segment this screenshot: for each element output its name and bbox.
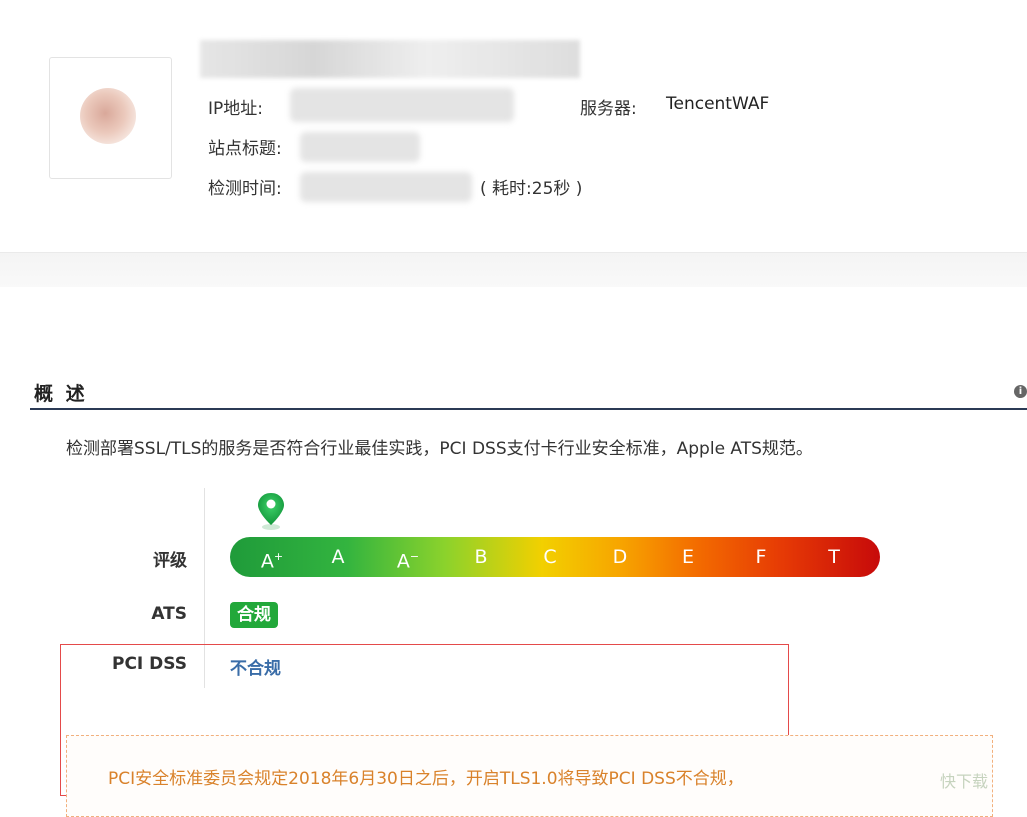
title-value-redacted [300,132,420,162]
grade-d: D [612,546,628,568]
section-divider [0,252,1027,287]
site-name-redacted [200,40,580,78]
ats-status-badge: 合规 [230,602,278,628]
time-value-redacted [300,172,472,202]
title-label: 站点标题: [208,139,282,159]
overview-description: 检测部署SSL/TLS的服务是否符合行业最佳实践，PCI DSS支付卡行业安全标… [66,439,813,459]
time-row: 检测时间: [208,174,282,199]
ip-label: IP地址: [208,99,263,119]
ip-row: IP地址: [208,94,263,119]
grade-a-minus: A− [396,550,420,573]
site-thumbnail [49,57,172,179]
grade-b: B [474,546,488,568]
title-row: 站点标题: [208,134,282,159]
ip-value-redacted [290,88,514,122]
server-label: 服务器: [580,99,637,119]
notice-text: PCI安全标准委员会规定2018年6月30日之后，开启TLS1.0将导致PCI … [108,769,744,789]
duration-text: ( 耗时:25秒 ) [480,179,583,199]
grade-t: T [828,546,840,568]
overview-title: 概 述 [34,383,88,405]
grade-c: C [543,546,557,568]
grade-a: A [331,546,345,568]
ats-label: ATS [151,604,187,624]
info-icon[interactable]: i [1014,385,1027,398]
grade-e: E [681,546,694,568]
grade-scale: A+ A A− B C D E F T [230,537,880,577]
site-favicon-blurred [80,88,136,144]
grade-f: F [755,546,767,568]
grade-a-plus: A+ [260,550,284,573]
watermark-logo: 快下载 [940,772,989,791]
map-pin-icon [258,493,284,530]
rating-label: 评级 [153,551,187,571]
time-label: 检测时间: [208,179,282,199]
site-header: IP地址: 服务器: TencentWAF 站点标题: 检测时间: ( 耗时:2… [0,0,1027,252]
server-value: TencentWAF [666,94,770,114]
overview-underline [30,408,1027,410]
